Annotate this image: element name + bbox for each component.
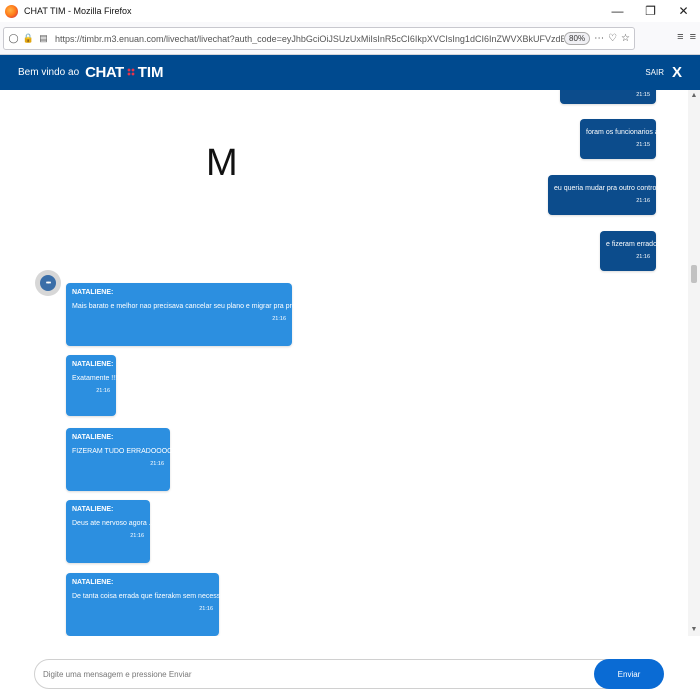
message-time: 21:16 <box>636 254 650 260</box>
message-time: 21:16 <box>150 461 164 467</box>
message-sender: NATALIENE: <box>72 361 114 368</box>
scroll-up-icon[interactable]: ▲ <box>690 92 698 100</box>
overlay-letter: M <box>206 142 238 184</box>
restore-icon[interactable]: ❐ <box>634 0 667 22</box>
received-message: NATALIENE: De tanta coisa errada que fiz… <box>66 573 238 636</box>
sent-message: e fizeram errado 21:16 <box>600 231 657 271</box>
message-text: De tanta coisa errada que fizerakm sem n… <box>72 593 238 600</box>
scroll-thumb[interactable] <box>691 265 697 283</box>
message-text: Exatamente !!! <box>72 375 118 382</box>
exit-label[interactable]: SAIR <box>645 68 664 77</box>
toolbar-right: ≡ ≡ <box>677 31 696 43</box>
message-sender: NATALIENE: <box>72 434 114 441</box>
message-text: Deus ate nervoso agora ..... <box>72 520 159 527</box>
close-window-icon[interactable]: ✕ <box>667 0 700 22</box>
navigation-bar: ◯ 🔒 ▤ https://timbr.m3.enuan.com/livecha… <box>0 22 700 55</box>
window-titlebar: CHAT TIM - Mozilla Firefox — ❐ ✕ <box>0 0 700 22</box>
logo-chat: CHAT <box>85 64 124 81</box>
send-button[interactable]: Enviar <box>594 659 664 689</box>
firefox-logo-icon <box>5 4 18 18</box>
welcome-text: Bem vindo ao <box>18 67 80 78</box>
received-message: NATALIENE: Mais barato e melhor nao prec… <box>66 283 322 346</box>
close-chat-icon[interactable]: X <box>672 64 682 81</box>
message-time: 21:16 <box>199 606 213 612</box>
bookmark-star-icon[interactable]: ☆ <box>621 33 630 44</box>
received-message: NATALIENE: FIZERAM TUDO ERRADOOOOOOO 21:… <box>66 428 189 491</box>
url-bar[interactable]: ◯ 🔒 ▤ https://timbr.m3.enuan.com/livecha… <box>3 27 635 50</box>
message-text: Mais barato e melhor nao precisava cance… <box>72 303 322 310</box>
message-text: FIZERAM TUDO ERRADOOOOOOO <box>72 448 189 455</box>
exit-button[interactable]: SAIR X <box>645 55 682 90</box>
zoom-level-badge[interactable]: 80% <box>564 32 591 45</box>
message-time: 21:16 <box>272 316 286 322</box>
received-message: NATALIENE: Deus ate nervoso agora ..... … <box>66 500 159 563</box>
minimize-icon[interactable]: — <box>601 0 634 22</box>
logo-dots-icon <box>126 67 135 76</box>
message-time: 21:16 <box>96 388 110 394</box>
permissions-icon[interactable]: ▤ <box>38 33 49 44</box>
message-time: 21:15 <box>636 142 650 148</box>
chat-header: Bem vindo ao CHAT TIM SAIR X <box>0 55 700 90</box>
lock-icon[interactable]: 🔒 <box>23 33 34 44</box>
logo-tim: TIM <box>137 64 164 81</box>
message-text: eu queria mudar pra outro controle <box>554 185 662 192</box>
library-icon[interactable]: ≡ <box>677 31 683 43</box>
tracking-shield-icon[interactable]: ◯ <box>8 33 19 44</box>
menu-icon[interactable]: ≡ <box>690 31 696 43</box>
message-time: 21:16 <box>130 533 144 539</box>
message-sender: NATALIENE: <box>72 506 114 513</box>
message-list: M 21:15 foram os funcionarios ai 21:15 e… <box>0 90 688 636</box>
window-title: CHAT TIM - Mozilla Firefox <box>24 6 132 16</box>
sent-message: eu queria mudar pra outro controle 21:16 <box>548 175 662 215</box>
url-text[interactable]: https://timbr.m3.enuan.com/livechat/live… <box>55 34 564 44</box>
message-scrollbar[interactable]: ▲ ▼ <box>688 90 700 636</box>
agent-avatar: ••• <box>35 270 61 296</box>
message-text: foram os funcionarios ai <box>586 129 661 136</box>
message-time: 21:16 <box>636 198 650 204</box>
scroll-down-icon[interactable]: ▼ <box>690 626 698 634</box>
composer: Enviar <box>0 648 700 700</box>
pocket-icon[interactable]: ♡ <box>608 33 617 44</box>
page-actions-icon[interactable]: ⋯ <box>594 33 604 44</box>
window-controls: — ❐ ✕ <box>601 0 700 22</box>
sent-message: 21:15 <box>560 90 656 104</box>
chat-bubble-icon: ••• <box>40 275 56 291</box>
message-sender: NATALIENE: <box>72 289 114 296</box>
sent-message: foram os funcionarios ai 21:15 <box>580 119 661 159</box>
message-time: 21:15 <box>636 92 650 98</box>
message-text: e fizeram errado <box>606 241 657 248</box>
message-input[interactable] <box>34 659 634 689</box>
received-message: NATALIENE: Exatamente !!! 21:16 <box>66 355 118 416</box>
message-sender: NATALIENE: <box>72 579 114 586</box>
